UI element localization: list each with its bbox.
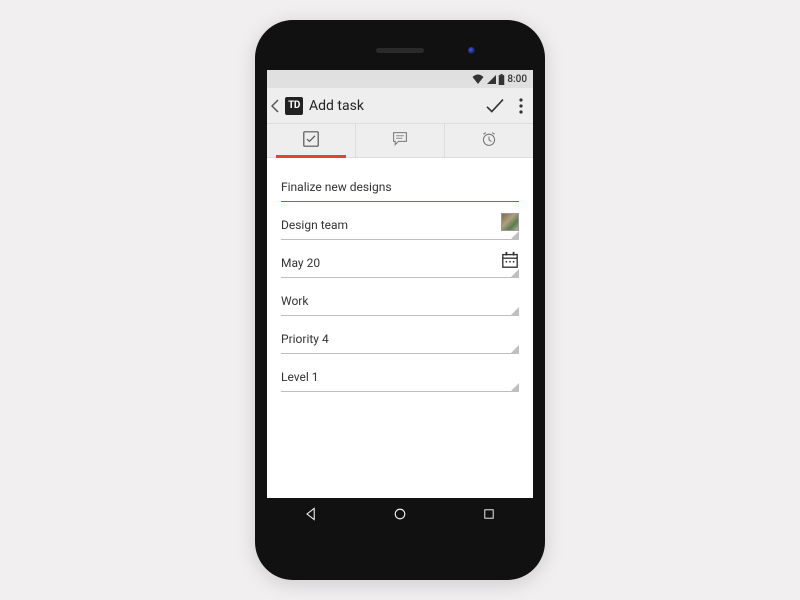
task-name-input[interactable]: Finalize new designs xyxy=(281,172,519,202)
battery-icon xyxy=(498,74,505,85)
phone-speaker xyxy=(376,48,424,53)
phone-camera xyxy=(468,47,475,54)
level-value: Level 1 xyxy=(281,370,319,384)
status-bar: 8:00 xyxy=(267,70,533,88)
calendar-icon xyxy=(501,251,519,272)
overflow-menu-button[interactable] xyxy=(515,94,527,118)
status-clock: 8:00 xyxy=(507,74,527,85)
dropdown-corner-icon xyxy=(511,345,519,353)
level-field[interactable]: Level 1 xyxy=(281,362,519,392)
dropdown-corner-icon xyxy=(511,307,519,315)
phone-frame: 8:00 TD Add task xyxy=(255,20,545,580)
page-title: Add task xyxy=(309,98,475,114)
tab-comment[interactable] xyxy=(355,124,444,157)
signal-icon xyxy=(486,74,496,84)
priority-field[interactable]: Priority 4 xyxy=(281,324,519,354)
app-bar: TD Add task xyxy=(267,88,533,124)
project-field[interactable]: Work xyxy=(281,286,519,316)
assignee-field[interactable]: Design team xyxy=(281,210,519,240)
tab-task[interactable] xyxy=(267,124,355,157)
assignee-value: Design team xyxy=(281,218,348,232)
priority-value: Priority 4 xyxy=(281,332,329,346)
dropdown-corner-icon xyxy=(511,231,519,239)
nav-back-button[interactable] xyxy=(291,506,331,522)
nav-recent-button[interactable] xyxy=(469,507,509,521)
project-value: Work xyxy=(281,294,308,308)
tab-bar xyxy=(267,124,533,158)
comment-icon xyxy=(392,131,408,151)
date-field[interactable]: May 20 xyxy=(281,248,519,278)
confirm-button[interactable] xyxy=(481,94,509,118)
android-nav-bar xyxy=(267,498,533,530)
task-name-value: Finalize new designs xyxy=(281,180,392,194)
alarm-icon xyxy=(481,131,497,151)
app-logo: TD xyxy=(285,97,303,115)
nav-home-button[interactable] xyxy=(380,506,420,522)
tab-reminder[interactable] xyxy=(444,124,533,157)
back-button[interactable] xyxy=(271,99,279,113)
wifi-icon xyxy=(472,74,484,84)
task-checkbox-icon xyxy=(303,131,319,151)
dropdown-corner-icon xyxy=(511,383,519,391)
screen: 8:00 TD Add task xyxy=(267,70,533,530)
form-content: Finalize new designs Design team May 20 … xyxy=(267,158,533,498)
date-value: May 20 xyxy=(281,256,320,270)
assignee-avatar xyxy=(501,213,519,231)
